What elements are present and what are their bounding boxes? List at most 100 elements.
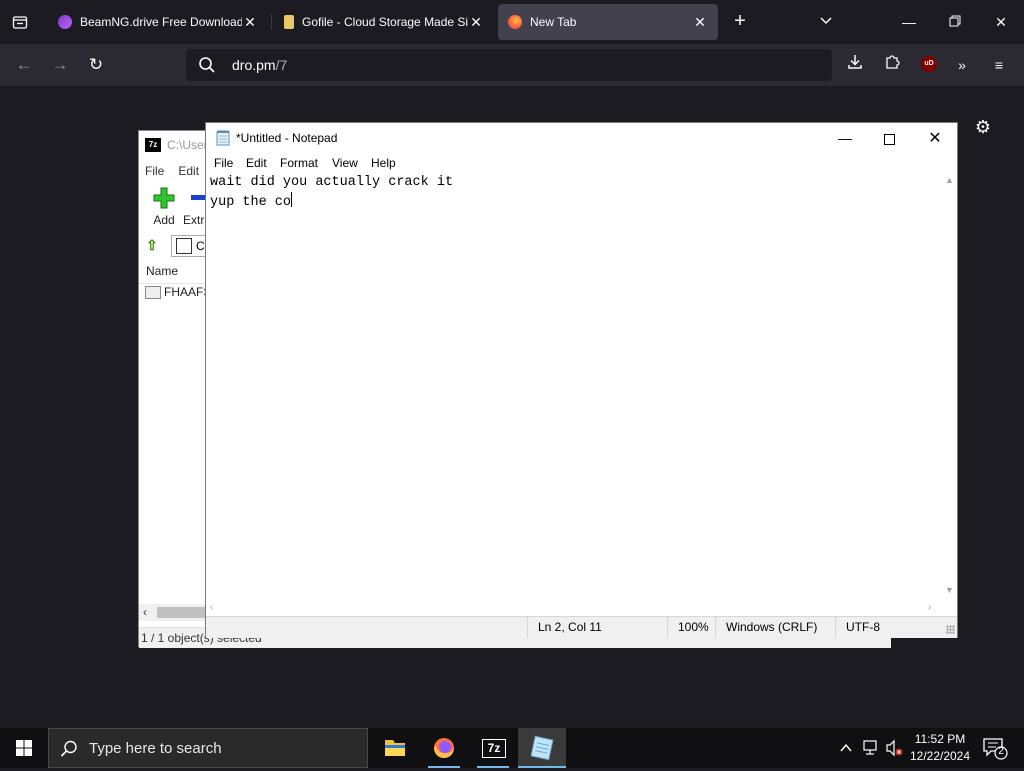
network-tray-button[interactable]: [860, 728, 882, 768]
notepad-window[interactable]: *Untitled - Notepad — ✕ File Edit Format…: [205, 122, 958, 638]
notepad-text-area[interactable]: wait did you actually crack it yup the co: [206, 173, 942, 601]
status-zoom: 100%: [667, 617, 715, 638]
search-icon: [60, 740, 77, 757]
notepad-maximize-button[interactable]: [866, 123, 912, 153]
address-bar[interactable]: dro.pm/7: [186, 49, 832, 81]
scroll-down-icon[interactable]: ▼: [945, 585, 954, 595]
menu-file[interactable]: File: [214, 156, 233, 170]
url-text[interactable]: dro.pm/7: [232, 57, 287, 73]
notepad-minimize-button[interactable]: —: [822, 123, 868, 153]
plus-icon: +: [734, 10, 746, 32]
ublock-origin-icon[interactable]: uD: [921, 56, 937, 72]
firefox-view-button[interactable]: [8, 10, 32, 34]
reload-button[interactable]: ↻: [84, 53, 108, 77]
notepad-vertical-scrollbar[interactable]: ▲ ▼: [942, 173, 957, 601]
restore-icon: [949, 15, 961, 27]
taskbar: Type here to search 7z 11:52 PM 12/22/20…: [0, 728, 1024, 768]
tab-title: Gofile - Cloud Storage Made Si: [302, 15, 468, 29]
status-line-ending: Windows (CRLF): [715, 617, 835, 638]
text-caret: [291, 192, 293, 207]
notepad-title: *Untitled - Notepad: [236, 131, 338, 145]
taskbar-7zip[interactable]: 7z: [469, 728, 517, 768]
notepad-horizontal-scrollbar[interactable]: ‹ ›: [206, 601, 942, 616]
menu-edit[interactable]: Edit: [246, 156, 267, 170]
search-icon: [199, 57, 215, 73]
7zip-column-name: Name: [146, 264, 179, 278]
close-tab-icon[interactable]: ✕: [242, 14, 258, 31]
notepad-close-button[interactable]: ✕: [912, 123, 958, 153]
status-cursor-position: Ln 2, Col 11: [527, 617, 667, 638]
list-all-tabs-button[interactable]: [814, 10, 838, 34]
browser-tab-bar: BeamNG.drive Free Download ( ✕ Gofile - …: [0, 0, 1024, 44]
7zip-logo-icon: 7z: [145, 138, 161, 152]
resize-grip-icon[interactable]: [946, 625, 955, 634]
app-menu-button[interactable]: ≡: [987, 53, 1011, 77]
new-tab-button[interactable]: +: [728, 10, 752, 34]
restore-button[interactable]: [940, 8, 970, 36]
7zip-title: C:\User: [167, 138, 208, 152]
7zip-menu-edit[interactable]: Edit: [178, 164, 199, 178]
menu-format[interactable]: Format: [280, 156, 318, 170]
downloads-button[interactable]: [843, 53, 867, 77]
forward-button[interactable]: →: [48, 53, 72, 77]
url-host: dro.pm: [232, 57, 276, 73]
network-icon: [863, 740, 877, 755]
7zip-title-bar: 7z C:\User: [145, 138, 208, 152]
minimize-button[interactable]: —: [894, 8, 924, 36]
7zip-add-button[interactable]: Add: [149, 187, 179, 227]
extensions-button[interactable]: [880, 53, 904, 77]
arrow-left-icon: ←: [15, 55, 33, 74]
firefox-icon: [434, 738, 454, 758]
gofile-favicon-icon: [284, 15, 294, 29]
text-line: wait did you actually crack it: [210, 175, 454, 190]
more-tools-button[interactable]: »: [950, 53, 974, 77]
settings-gear-icon[interactable]: ⚙: [972, 116, 994, 138]
scroll-up-icon[interactable]: ▲: [945, 175, 954, 185]
notepad-title-bar[interactable]: *Untitled - Notepad — ✕: [206, 123, 957, 153]
7zip-taskbar-icon: 7z: [482, 739, 506, 758]
start-button[interactable]: [0, 728, 48, 768]
maximize-icon: [883, 133, 895, 145]
menu-view[interactable]: View: [332, 156, 358, 170]
clock-date: 12/22/2024: [909, 749, 971, 763]
taskbar-file-explorer[interactable]: [371, 728, 419, 768]
close-tab-icon[interactable]: ✕: [692, 14, 708, 31]
scroll-right-icon[interactable]: ›: [928, 602, 931, 613]
7zip-menu-file[interactable]: File: [145, 164, 164, 178]
notification-center-button[interactable]: 2: [980, 728, 1010, 768]
firefox-view-icon: [12, 16, 28, 29]
taskbar-clock[interactable]: 11:52 PM 12/22/2024: [904, 731, 976, 765]
tab-new-tab[interactable]: New Tab ✕: [498, 4, 718, 40]
close-window-button[interactable]: ✕: [986, 8, 1016, 36]
menu-help[interactable]: Help: [371, 156, 396, 170]
taskbar-firefox[interactable]: [420, 728, 468, 768]
green-plus-icon: [153, 187, 175, 209]
notepad-status-bar: Ln 2, Col 11 100% Windows (CRLF) UTF-8: [206, 616, 957, 638]
7zip-mini-logo-icon: [176, 238, 192, 254]
7zip-file-row[interactable]: FHAAFS: [145, 285, 211, 299]
scroll-left-icon[interactable]: ‹: [143, 605, 147, 619]
tab-title: BeamNG.drive Free Download (: [80, 15, 242, 29]
folder-up-icon[interactable]: ⇧: [143, 237, 161, 255]
text-line: yup the co: [210, 195, 292, 210]
minimize-icon: —: [902, 14, 916, 30]
volume-muted-icon: [886, 739, 903, 757]
notepad-menu-bar: File Edit Format View Help: [206, 153, 957, 173]
download-icon: [848, 55, 862, 69]
reload-icon: ↻: [88, 55, 104, 74]
back-button[interactable]: ←: [12, 53, 36, 77]
volume-tray-button[interactable]: [884, 728, 904, 768]
clock-time: 11:52 PM: [914, 732, 966, 746]
taskbar-notepad[interactable]: [518, 728, 566, 768]
scroll-left-icon[interactable]: ‹: [210, 602, 213, 613]
tab-beamng[interactable]: BeamNG.drive Free Download ( ✕: [48, 4, 268, 40]
taskbar-search-box[interactable]: Type here to search: [48, 728, 368, 768]
show-hidden-icons-button[interactable]: [836, 728, 856, 768]
close-tab-icon[interactable]: ✕: [468, 14, 484, 31]
notepad-app-icon: [216, 130, 230, 146]
double-chevron-right-icon: »: [958, 57, 966, 73]
puzzle-icon: [886, 55, 900, 69]
tab-gofile[interactable]: Gofile - Cloud Storage Made Si ✕: [274, 4, 494, 40]
file-icon: [145, 285, 161, 299]
notification-count-badge: 2: [998, 746, 1004, 757]
